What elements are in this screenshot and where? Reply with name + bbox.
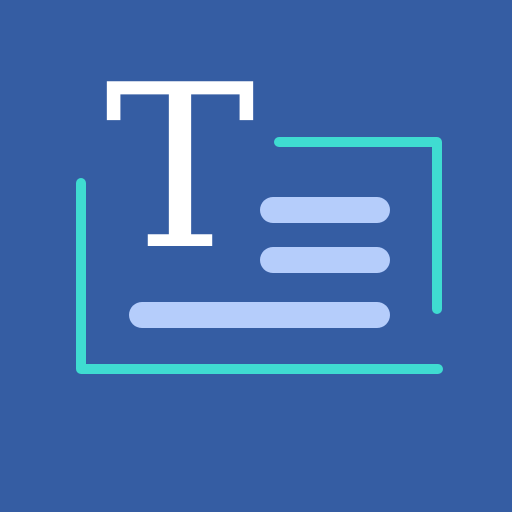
text-line-short-1 bbox=[260, 197, 390, 223]
app-icon: T bbox=[0, 0, 512, 512]
serif-t-glyph: T bbox=[104, 37, 256, 300]
text-line-short-2 bbox=[260, 247, 390, 273]
text-line-long bbox=[129, 302, 390, 328]
